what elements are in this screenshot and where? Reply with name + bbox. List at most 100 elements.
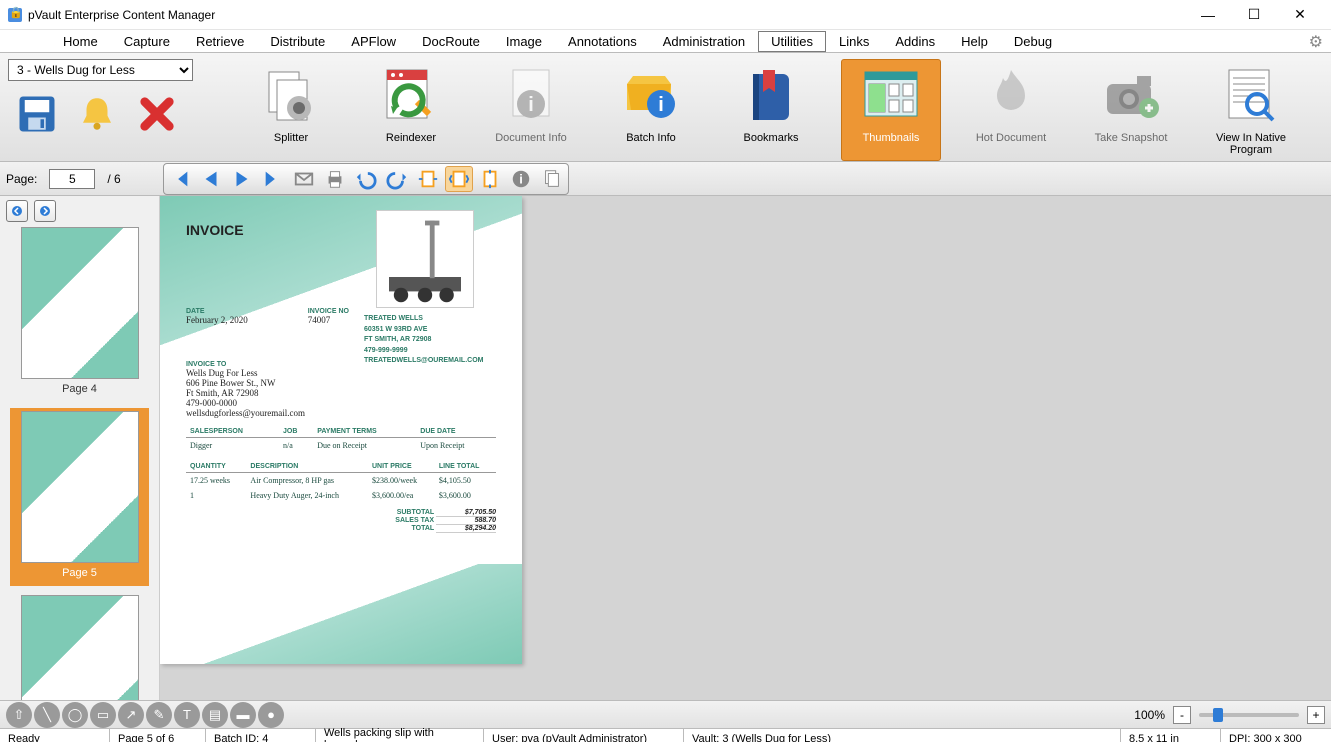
invoice-totals: SUBTOTAL $7,705.50 SALES TAX 588.70 TOTA… [186, 509, 496, 533]
menu-annotations[interactable]: Annotations [555, 31, 650, 52]
invoice-image [376, 210, 474, 308]
status-bar: Ready Page 5 of 6 Batch ID: 4 Wells pack… [0, 728, 1331, 742]
take-snapshot-button: Take Snapshot [1081, 59, 1181, 161]
menu-distribute[interactable]: Distribute [257, 31, 338, 52]
redo-button[interactable] [383, 166, 411, 192]
annotation-bar: ⇧ ╲ ◯ ▭ ↗ ✎ T ▤ ▬ ● 100% - + [0, 700, 1331, 728]
zoom-slider-handle[interactable] [1213, 708, 1223, 722]
ann-ellipse-icon[interactable]: ◯ [62, 702, 88, 728]
page-nav-group: i [163, 163, 569, 195]
last-page-button[interactable] [259, 166, 287, 192]
ann-arrow-icon[interactable]: ↗ [118, 702, 144, 728]
email-button[interactable] [290, 166, 318, 192]
menu-image[interactable]: Image [493, 31, 555, 52]
vault-select[interactable]: 3 - Wells Dug for Less [8, 59, 193, 81]
zoom-in-button[interactable]: + [1307, 706, 1325, 724]
svg-text:i: i [519, 171, 523, 186]
next-page-button[interactable] [228, 166, 256, 192]
menu-links[interactable]: Links [826, 31, 882, 52]
svg-text:i: i [658, 94, 664, 116]
splitter-button[interactable]: Splitter [241, 59, 341, 161]
page-total: / 6 [107, 172, 120, 186]
undo-button[interactable] [352, 166, 380, 192]
status-dpi: DPI: 300 x 300 [1221, 729, 1331, 742]
document-page: INVOICE DATEFebruary 2, 2020 INVOICE NO7… [160, 196, 522, 664]
view-native-button[interactable]: View In Native Program [1201, 59, 1301, 161]
invoice-terms-table: SALESPERSONJOBPAYMENT TERMSDUE DATE Digg… [186, 426, 496, 453]
document-info-button: iDocument Info [481, 59, 581, 161]
title-bar: pVault Enterprise Content Manager — ☐ ✕ [0, 0, 1331, 30]
status-desc: Wells packing slip with barcode [316, 729, 484, 742]
status-vault: Vault: 3 (Wells Dug for Less) [684, 729, 1121, 742]
maximize-button[interactable]: ☐ [1231, 0, 1277, 30]
page-label: Page: [6, 172, 37, 186]
menu-docroute[interactable]: DocRoute [409, 31, 493, 52]
gear-icon[interactable]: ⚙ [1309, 32, 1323, 52]
thumbnail-page-6[interactable]: Page 6 [10, 592, 149, 700]
menu-apflow[interactable]: APFlow [338, 31, 409, 52]
info-button[interactable]: i [507, 166, 535, 192]
print-button[interactable] [321, 166, 349, 192]
zoom-label: 100% [1134, 708, 1165, 722]
zoom-slider[interactable] [1199, 713, 1299, 717]
ann-text-icon[interactable]: T [174, 702, 200, 728]
splitter-icon [259, 64, 323, 128]
fit-height-button[interactable] [476, 166, 504, 192]
thumb-prev-button[interactable] [6, 200, 28, 222]
close-button[interactable]: ✕ [1277, 0, 1323, 30]
menu-administration[interactable]: Administration [650, 31, 758, 52]
hot-document-icon [979, 64, 1043, 128]
hot-document-button: Hot Document [961, 59, 1061, 161]
thumbnails-button[interactable]: Thumbnails [841, 59, 941, 161]
fit-width-button[interactable] [414, 166, 442, 192]
copy-button[interactable] [538, 166, 566, 192]
ribbon: 3 - Wells Dug for Less Splitter Reindexe… [0, 52, 1331, 162]
ann-stamp-icon[interactable]: ● [258, 702, 284, 728]
ann-line-icon[interactable]: ╲ [34, 702, 60, 728]
zoom-out-button[interactable]: - [1173, 706, 1191, 724]
document-viewer[interactable]: INVOICE DATEFebruary 2, 2020 INVOICE NO7… [160, 196, 1331, 700]
svg-text:i: i [528, 94, 534, 116]
menu-retrieve[interactable]: Retrieve [183, 31, 257, 52]
status-user: User: pva (pVault Administrator) [484, 729, 684, 742]
menu-addins[interactable]: Addins [882, 31, 948, 52]
ann-highlight-icon[interactable]: ▬ [230, 702, 256, 728]
bookmarks-icon [739, 64, 803, 128]
menu-debug[interactable]: Debug [1001, 31, 1065, 52]
invoice-company: TREATED WELLS60351 W 93RD AVEFT SMITH, A… [364, 314, 483, 367]
status-batch: Batch ID: 4 [206, 729, 316, 742]
invoice-lines-table: QUANTITYDESCRIPTIONUNIT PRICELINE TOTAL … [186, 461, 496, 503]
work-area: Page 4 Page 5 Page 6 INVOICE DATEFebruar… [0, 196, 1331, 700]
menu-help[interactable]: Help [948, 31, 1001, 52]
reindexer-icon [379, 64, 443, 128]
lock-icon [8, 8, 22, 22]
first-page-button[interactable] [166, 166, 194, 192]
menu-utilities[interactable]: Utilities [758, 31, 826, 52]
menu-capture[interactable]: Capture [111, 31, 183, 52]
ann-pencil-icon[interactable]: ✎ [146, 702, 172, 728]
ann-note-icon[interactable]: ▤ [202, 702, 228, 728]
delete-button[interactable] [136, 93, 178, 135]
ann-rect-icon[interactable]: ▭ [90, 702, 116, 728]
status-size: 8.5 x 11 in [1121, 729, 1221, 742]
ann-arrow-up-icon[interactable]: ⇧ [6, 702, 32, 728]
batch-info-button[interactable]: iBatch Info [601, 59, 701, 161]
thumbnail-page-4[interactable]: Page 4 [10, 224, 149, 402]
status-page: Page 5 of 6 [110, 729, 206, 742]
minimize-button[interactable]: — [1185, 0, 1231, 30]
page-input[interactable] [49, 169, 95, 189]
bell-button[interactable] [76, 93, 118, 135]
take-snapshot-icon [1099, 64, 1163, 128]
reindexer-button[interactable]: Reindexer [361, 59, 461, 161]
batch-info-icon: i [619, 64, 683, 128]
thumbnail-page-5[interactable]: Page 5 [10, 408, 149, 586]
prev-page-button[interactable] [197, 166, 225, 192]
fit-page-button[interactable] [445, 166, 473, 192]
thumbnail-panel: Page 4 Page 5 Page 6 [0, 196, 160, 700]
thumb-next-button[interactable] [34, 200, 56, 222]
bookmarks-button[interactable]: Bookmarks [721, 59, 821, 161]
menu-home[interactable]: Home [50, 31, 111, 52]
thumbnails-icon [859, 64, 923, 128]
save-button[interactable] [16, 93, 58, 135]
view-native-icon [1219, 64, 1283, 128]
